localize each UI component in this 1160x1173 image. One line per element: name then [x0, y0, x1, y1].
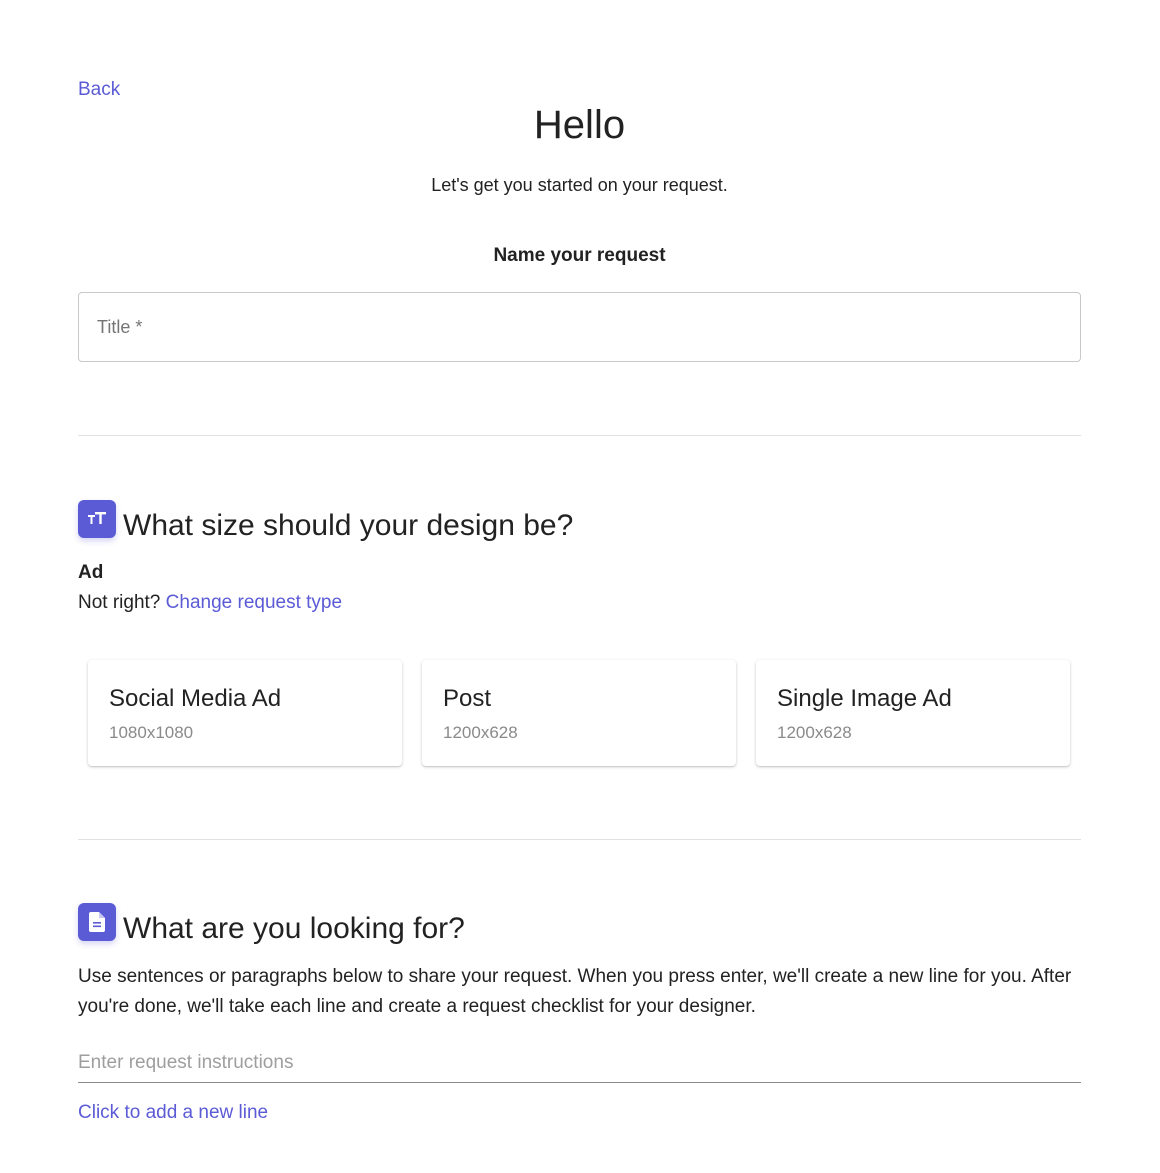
- size-option-name: Single Image Ad: [777, 685, 952, 712]
- not-right-text: Not right?: [78, 592, 161, 613]
- instructions-field: [78, 1044, 1081, 1083]
- instructions-section-heading: What are you looking for?: [123, 912, 465, 945]
- page-title: Hello: [533, 103, 626, 147]
- size-option-dimensions: 1080x1080: [109, 723, 194, 742]
- size-options: Social Media Ad 1080x1080 Post 1200x628 …: [88, 660, 1071, 766]
- back-link[interactable]: Back: [78, 79, 120, 101]
- size-option-dimensions: 1200x628: [777, 723, 852, 742]
- instructions-description: Use sentences or paragraphs below to sha…: [78, 966, 1072, 1017]
- section-divider: [78, 435, 1081, 436]
- not-right-row: Not right? Change request type: [78, 592, 342, 614]
- page-subtitle: Let's get you started on your request.: [431, 175, 728, 195]
- title-field: [78, 292, 1081, 362]
- change-request-type-link[interactable]: Change request type: [166, 592, 342, 613]
- name-request-heading: Name your request: [493, 245, 666, 266]
- section-divider: [78, 839, 1081, 840]
- request-type-label: Ad: [78, 562, 104, 583]
- size-section-heading: What size should your design be?: [123, 509, 574, 542]
- title-input[interactable]: [79, 293, 1080, 361]
- document-icon: [78, 903, 116, 941]
- size-option-card[interactable]: Social Media Ad 1080x1080: [88, 660, 402, 766]
- size-option-name: Post: [443, 685, 492, 712]
- add-new-line-link[interactable]: Click to add a new line: [78, 1102, 268, 1124]
- size-option-card[interactable]: Single Image Ad 1200x628: [756, 660, 1070, 766]
- size-option-card[interactable]: Post 1200x628: [422, 660, 736, 766]
- size-option-dimensions: 1200x628: [443, 723, 518, 742]
- size-option-name: Social Media Ad: [109, 685, 282, 712]
- text-size-icon: [78, 500, 116, 538]
- instructions-input[interactable]: [78, 1044, 1081, 1082]
